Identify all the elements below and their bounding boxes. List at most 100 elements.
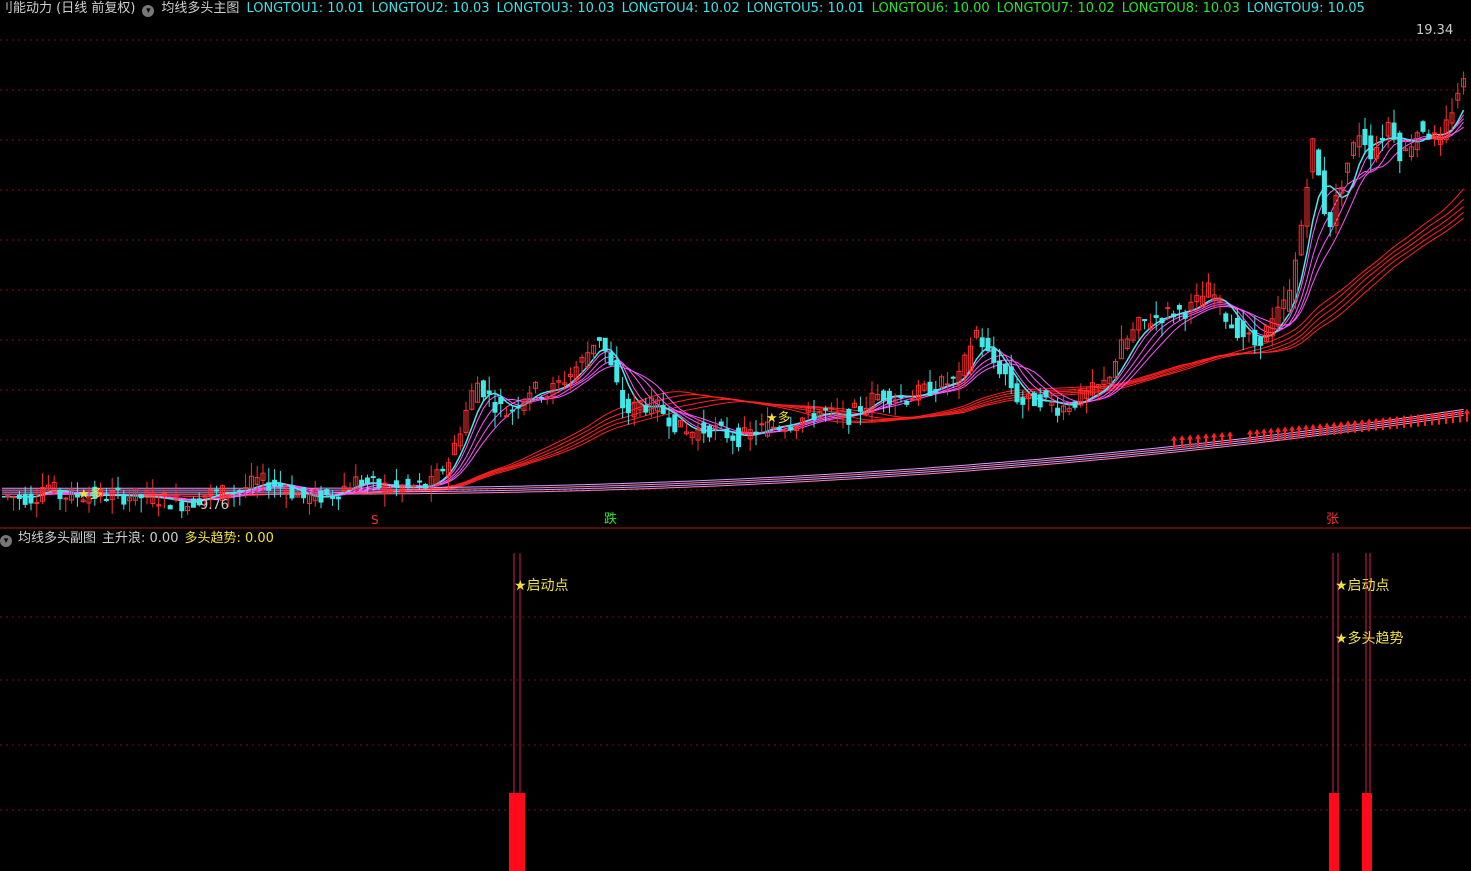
candle-body <box>22 493 28 505</box>
candle-body <box>620 389 626 409</box>
candle-body <box>660 404 666 414</box>
candle-body <box>753 431 759 435</box>
candle-body <box>857 406 863 412</box>
signal-bar <box>509 793 525 871</box>
candle-body <box>1397 132 1403 162</box>
down-arrow-circle-icon[interactable]: ▾ <box>0 535 12 547</box>
candle-body <box>1037 394 1043 408</box>
longtou9-value: LONGTOU9: 10.05 <box>1246 1 1365 16</box>
candle-body <box>1420 121 1426 132</box>
sub-annotation-start-1: ★启动点 <box>514 578 569 594</box>
sub-indicator-panel <box>509 553 1372 871</box>
longtou7-value: LONGTOU7: 10.02 <box>996 1 1115 16</box>
up-arrow-icon <box>1179 435 1185 449</box>
candle-body <box>1316 149 1322 176</box>
candle-body <box>417 480 423 483</box>
candle-body <box>904 400 910 405</box>
candle-body <box>886 390 892 405</box>
down-arrow-circle-icon[interactable]: ▾ <box>142 5 155 17</box>
candle-body <box>997 360 1003 375</box>
candle-body <box>596 337 602 341</box>
candle-body <box>1043 390 1049 398</box>
candle-body <box>16 494 22 499</box>
bottom-signal-fall: 跌 <box>604 511 617 527</box>
main-wave-value: 主升浪: 0.00 <box>102 531 179 546</box>
candle-body <box>724 428 730 439</box>
candle-body <box>1246 332 1252 335</box>
candle-body <box>243 487 249 490</box>
candle-body <box>324 489 330 496</box>
candle-body <box>364 477 370 484</box>
signal-bar <box>1362 793 1372 871</box>
candle-body <box>504 415 510 418</box>
signal-bar <box>1329 793 1339 871</box>
candle-body <box>1165 307 1171 310</box>
candle-body <box>1171 313 1177 318</box>
candle-body <box>1159 318 1165 324</box>
candle-body <box>28 493 34 504</box>
candle-body <box>440 468 446 472</box>
main-chart-header: 刂能动力 (日线 前复权) ▾ 均线多头主图 LONGTOU1: 10.01 LONGT… <box>0 0 1471 18</box>
candle-body <box>707 425 713 438</box>
candle-body <box>393 480 399 487</box>
candle-body <box>1258 336 1264 346</box>
candle-body <box>190 498 196 508</box>
candle-body <box>1240 320 1246 338</box>
candle-body <box>950 376 956 379</box>
sub-indicator-name[interactable]: 均线多头副图 <box>18 531 96 546</box>
indicator-name[interactable]: 均线多头主图 <box>161 1 239 16</box>
candle-body <box>979 337 985 348</box>
candle-body <box>115 487 121 490</box>
candle-body <box>179 501 185 512</box>
candle-body <box>538 396 544 399</box>
bottom-signal-s: S <box>371 513 379 527</box>
candle-body <box>759 423 765 426</box>
candle-body <box>103 498 109 501</box>
candle-body <box>515 406 521 409</box>
bottom-signal-rise: 张 <box>1326 512 1339 527</box>
longtou4-value: LONGTOU4: 10.02 <box>621 1 740 16</box>
candle-body <box>1031 392 1037 407</box>
candle-body <box>672 414 678 433</box>
candle-body <box>643 405 649 413</box>
main-chart-canvas: 19.34 9.76 S 跌 张 ★多 ★多 ★启动点 ★启动点 ★多头趋势 <box>0 23 1471 871</box>
long-ma-line <box>2 217 1464 498</box>
longtou6-value: LONGTOU6: 10.00 <box>871 1 990 16</box>
candle-body <box>370 476 376 479</box>
candle-body <box>898 395 904 398</box>
candle-body <box>214 489 220 492</box>
candle-body <box>231 492 237 495</box>
candle-body <box>34 501 40 504</box>
candle-body <box>1223 313 1229 322</box>
sub-annotation-start-2: ★启动点 <box>1335 578 1390 594</box>
star-signal-2: ★多 <box>766 410 791 426</box>
flat-ma-line <box>2 414 1464 495</box>
candle-body <box>509 409 515 412</box>
candle-body <box>944 383 950 386</box>
candlesticks <box>5 71 1467 519</box>
candle-body <box>272 479 278 487</box>
longtou2-value: LONGTOU2: 10.03 <box>371 1 490 16</box>
up-arrow-icon <box>1187 434 1193 448</box>
candle-body <box>277 483 283 487</box>
candle-body <box>718 421 724 426</box>
candle-body <box>318 490 324 503</box>
longtou3-value: LONGTOU3: 10.03 <box>496 1 615 16</box>
candle-body <box>1234 317 1240 339</box>
candle-body <box>1142 319 1148 322</box>
longtou1-value: LONGTOU1: 10.01 <box>246 1 365 16</box>
candle-body <box>1055 407 1061 416</box>
candle-body <box>359 479 365 487</box>
candle-body <box>405 478 411 486</box>
stock-title: 刂能动力 (日线 前复权) <box>0 1 136 16</box>
candle-body <box>411 485 417 488</box>
candle-body <box>138 494 144 499</box>
candle-body <box>335 496 341 500</box>
candle-body <box>776 428 782 431</box>
candle-body <box>1153 315 1159 318</box>
candle-body <box>1321 170 1327 214</box>
candle-body <box>1176 304 1182 310</box>
candle-body <box>846 408 852 425</box>
candle-body <box>330 495 336 499</box>
candle-body <box>991 347 997 363</box>
